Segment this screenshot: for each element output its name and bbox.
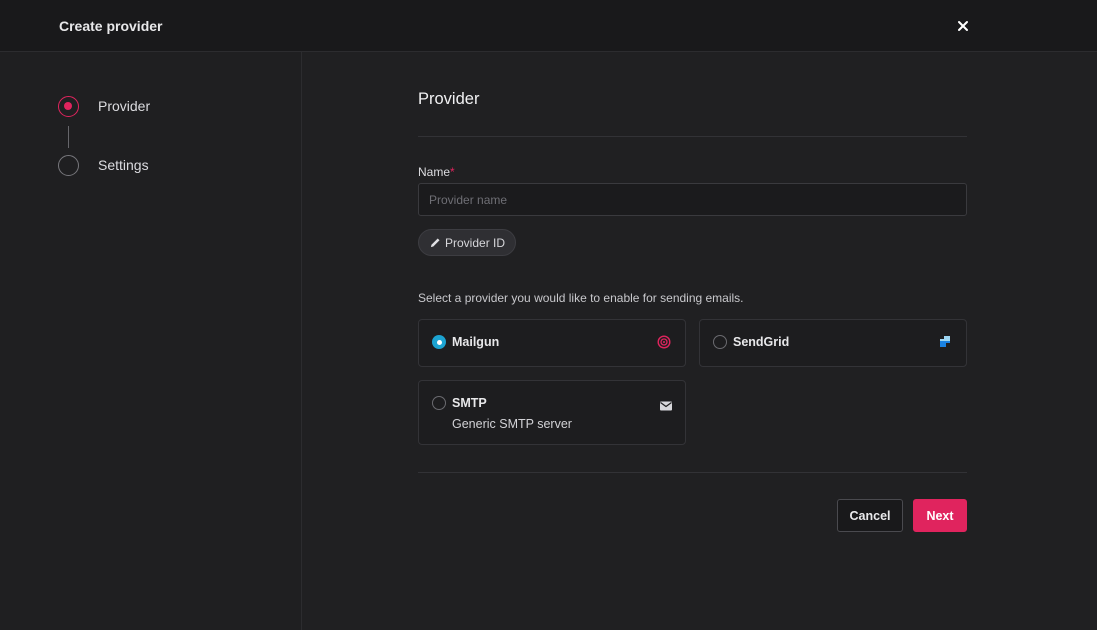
provider-card-smtp[interactable]: SMTP Generic SMTP server [418, 380, 686, 445]
stepper-sidebar [0, 52, 302, 630]
footer-divider [418, 472, 967, 473]
provider-name-label: SendGrid [733, 335, 790, 349]
section-divider [418, 136, 967, 137]
provider-name-label: Mailgun [452, 335, 500, 349]
sendgrid-logo-icon [940, 336, 950, 347]
provider-card-sendgrid[interactable]: SendGrid [699, 319, 967, 367]
step-provider[interactable]: Provider [58, 96, 278, 118]
radio-unselected-icon[interactable] [713, 335, 727, 349]
step-active-indicator-icon [58, 96, 79, 117]
main-content: Provider Name* Provider ID Select a prov… [303, 52, 1097, 630]
step-label: Settings [98, 157, 149, 173]
provider-name-label: SMTP [452, 396, 487, 410]
required-marker: * [450, 165, 455, 179]
step-label: Provider [98, 98, 151, 114]
section-title: Provider [418, 90, 480, 108]
cancel-button[interactable]: Cancel [837, 499, 903, 532]
provider-description: Generic SMTP server [452, 417, 572, 431]
provider-help-text: Select a provider you would like to enab… [418, 291, 744, 305]
provider-id-label: Provider ID [445, 236, 506, 250]
modal-title: Create provider [59, 18, 163, 34]
step-settings[interactable]: Settings [58, 155, 278, 177]
provider-name-input[interactable] [418, 183, 967, 216]
next-button[interactable]: Next [913, 499, 967, 532]
mailgun-logo-icon [657, 335, 671, 349]
modal-header: Create provider [0, 0, 1097, 52]
name-label-text: Name [418, 165, 451, 179]
radio-unselected-icon[interactable] [432, 396, 446, 410]
pencil-icon [430, 238, 440, 248]
name-field-label: Name* [418, 165, 455, 179]
step-connector [68, 126, 69, 148]
provider-card-mailgun[interactable]: Mailgun [418, 319, 686, 367]
close-icon[interactable] [954, 17, 972, 35]
mail-envelope-icon [660, 401, 672, 411]
radio-selected-icon[interactable] [432, 335, 446, 349]
step-inactive-indicator-icon [58, 155, 79, 176]
provider-id-button[interactable]: Provider ID [418, 229, 516, 256]
